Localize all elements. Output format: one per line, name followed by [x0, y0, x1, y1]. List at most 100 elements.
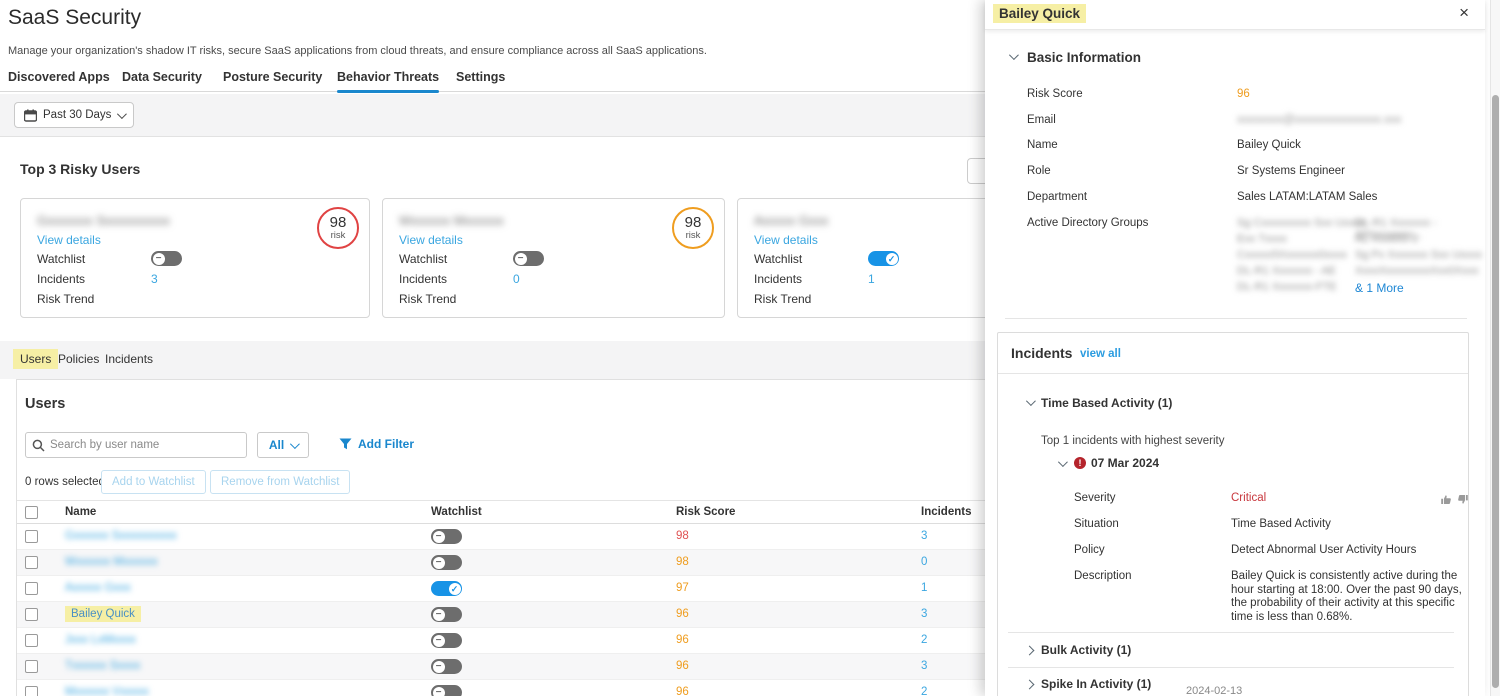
row-checkbox[interactable]	[25, 634, 38, 647]
ad-group-value: Sg Cxxxxxxxxx Sxx Uxxxx	[1237, 217, 1365, 229]
risk-score-label: Risk Score	[1027, 88, 1083, 100]
ad-groups-more-link[interactable]: & 1 More	[1355, 281, 1404, 295]
name-value: Bailey Quick	[1237, 139, 1301, 151]
tab-discovered-apps[interactable]: Discovered Apps	[8, 70, 110, 92]
tab-settings[interactable]: Settings	[456, 70, 505, 92]
tab-posture-security[interactable]: Posture Security	[223, 70, 322, 92]
incidents-link[interactable]: 1	[921, 582, 927, 594]
column-incidents[interactable]: Incidents	[921, 506, 971, 518]
expand-chevron-icon[interactable]	[1025, 646, 1035, 656]
incidents-count-link[interactable]: 3	[151, 272, 158, 286]
incident-group-bulk-activity[interactable]: Bulk Activity (1)	[1041, 643, 1131, 657]
watchlist-toggle[interactable]	[431, 659, 462, 674]
risk-score-value: 96	[1237, 88, 1250, 100]
user-name: Gxxxxxxx Sxxxxxxxxxx	[37, 213, 170, 228]
select-all-checkbox[interactable]	[25, 506, 38, 519]
incidents-link[interactable]: 2	[921, 686, 927, 696]
risk-trend-label: Risk Trend	[37, 292, 94, 306]
page-scrollbar[interactable]	[1490, 0, 1500, 696]
name-label: Name	[1027, 139, 1058, 151]
watchlist-toggle[interactable]	[431, 633, 462, 648]
user-name-link[interactable]: Wxxxxxx Mxxxxxx	[65, 556, 158, 568]
risk-score-badge: 98 risk	[317, 207, 359, 249]
watchlist-toggle[interactable]	[151, 251, 182, 266]
remove-from-watchlist-button[interactable]: Remove from Watchlist	[210, 470, 350, 494]
add-filter-button[interactable]: Add Filter	[339, 437, 414, 451]
users-title: Users	[25, 396, 65, 412]
page-subtitle: Manage your organization's shadow IT ris…	[8, 45, 707, 57]
incidents-label: Incidents	[37, 272, 85, 286]
view-details-link[interactable]: View details	[399, 233, 463, 247]
tab-behavior-threats[interactable]: Behavior Threats	[337, 70, 439, 92]
top-risky-users-section: Top 3 Risky Users V Gxxxxxxx Sxxxxxxxxxx…	[0, 136, 1000, 341]
user-name-link[interactable]: Gxxxxxx Sxxxxxxxxxx	[65, 530, 177, 542]
thumbs-up-icon[interactable]	[1440, 493, 1453, 506]
watchlist-toggle[interactable]	[431, 607, 462, 622]
user-name-link[interactable]: Jxxx LxMxxxx	[65, 634, 136, 646]
tab-users[interactable]: Users	[13, 349, 58, 369]
incidents-link[interactable]: 3	[921, 530, 927, 542]
calendar-icon	[24, 109, 37, 122]
row-checkbox[interactable]	[25, 686, 38, 696]
incidents-count-link[interactable]: 0	[513, 272, 520, 286]
role-value: Sr Systems Engineer	[1237, 165, 1345, 177]
user-name-link[interactable]: Mxxxxxx Vxxxxx	[65, 686, 149, 696]
time-range-dropdown[interactable]: Past 30 Days	[14, 102, 134, 128]
watchlist-toggle[interactable]	[513, 251, 544, 266]
view-details-link[interactable]: View details	[754, 233, 818, 247]
close-icon[interactable]: ×	[1459, 3, 1469, 23]
divider	[998, 373, 1468, 374]
risk-unit: risk	[331, 231, 346, 241]
watchlist-toggle[interactable]	[868, 251, 899, 266]
row-checkbox[interactable]	[25, 608, 38, 621]
basic-information-heading[interactable]: Basic Information	[1027, 50, 1141, 65]
column-watchlist[interactable]: Watchlist	[431, 506, 482, 518]
detail-panel-title: Bailey Quick	[993, 4, 1086, 23]
section-tab-bar: Users Policies Incidents	[0, 341, 985, 379]
scrollbar-thumb[interactable]	[1492, 95, 1499, 688]
filter-icon	[339, 438, 352, 450]
watchlist-toggle[interactable]	[431, 529, 462, 544]
incidents-heading: Incidents	[1011, 345, 1072, 361]
view-details-link[interactable]: View details	[37, 233, 101, 247]
collapse-chevron-icon[interactable]	[1058, 457, 1068, 467]
user-name-link[interactable]: Axxxxx Gxxx	[65, 582, 131, 594]
user-name-link[interactable]: Bailey Quick	[65, 606, 141, 622]
divider	[1008, 667, 1454, 668]
tab-data-security[interactable]: Data Security	[122, 70, 202, 92]
incident-group-spike-activity[interactable]: Spike In Activity (1)	[1041, 677, 1151, 691]
watchlist-toggle[interactable]	[431, 555, 462, 570]
tab-incidents[interactable]: Incidents	[105, 352, 153, 366]
user-name-link[interactable]: Txxxxxx Sxxxx	[65, 660, 140, 672]
risky-user-card: Wxxxxxx Mxxxxxx View details Watchlist I…	[382, 198, 725, 318]
watchlist-toggle[interactable]	[431, 581, 462, 596]
add-to-watchlist-button[interactable]: Add to Watchlist	[101, 470, 206, 494]
column-name[interactable]: Name	[65, 506, 96, 518]
scope-dropdown[interactable]: All	[257, 432, 309, 458]
section-title: Top 3 Risky Users	[20, 161, 140, 177]
incident-date[interactable]: 07 Mar 2024	[1091, 456, 1159, 470]
column-risk-score[interactable]: Risk Score	[676, 506, 735, 518]
row-checkbox[interactable]	[25, 582, 38, 595]
user-name: Axxxxx Gxxx	[754, 213, 828, 228]
incidents-link[interactable]: 3	[921, 608, 927, 620]
row-checkbox[interactable]	[25, 556, 38, 569]
row-checkbox[interactable]	[25, 660, 38, 673]
incidents-link[interactable]: 2	[921, 634, 927, 646]
row-checkbox[interactable]	[25, 530, 38, 543]
thumbs-down-icon[interactable]	[1456, 493, 1469, 506]
watchlist-toggle[interactable]	[431, 685, 462, 696]
view-all-incidents-link[interactable]: view all	[1080, 348, 1121, 360]
risk-score-badge: 98 risk	[672, 207, 714, 249]
collapse-chevron-icon[interactable]	[1026, 396, 1036, 406]
search-input[interactable]	[50, 439, 230, 451]
collapse-chevron-icon[interactable]	[1009, 50, 1019, 60]
expand-chevron-icon[interactable]	[1025, 680, 1035, 690]
incidents-link[interactable]: 0	[921, 556, 927, 568]
incident-group-time-based[interactable]: Time Based Activity (1)	[1041, 396, 1172, 410]
incidents-link[interactable]: 3	[921, 660, 927, 672]
incidents-count-link[interactable]: 1	[868, 272, 875, 286]
tab-policies[interactable]: Policies	[58, 352, 99, 366]
incidents-label: Incidents	[754, 272, 802, 286]
severity-label: Severity	[1074, 492, 1116, 504]
